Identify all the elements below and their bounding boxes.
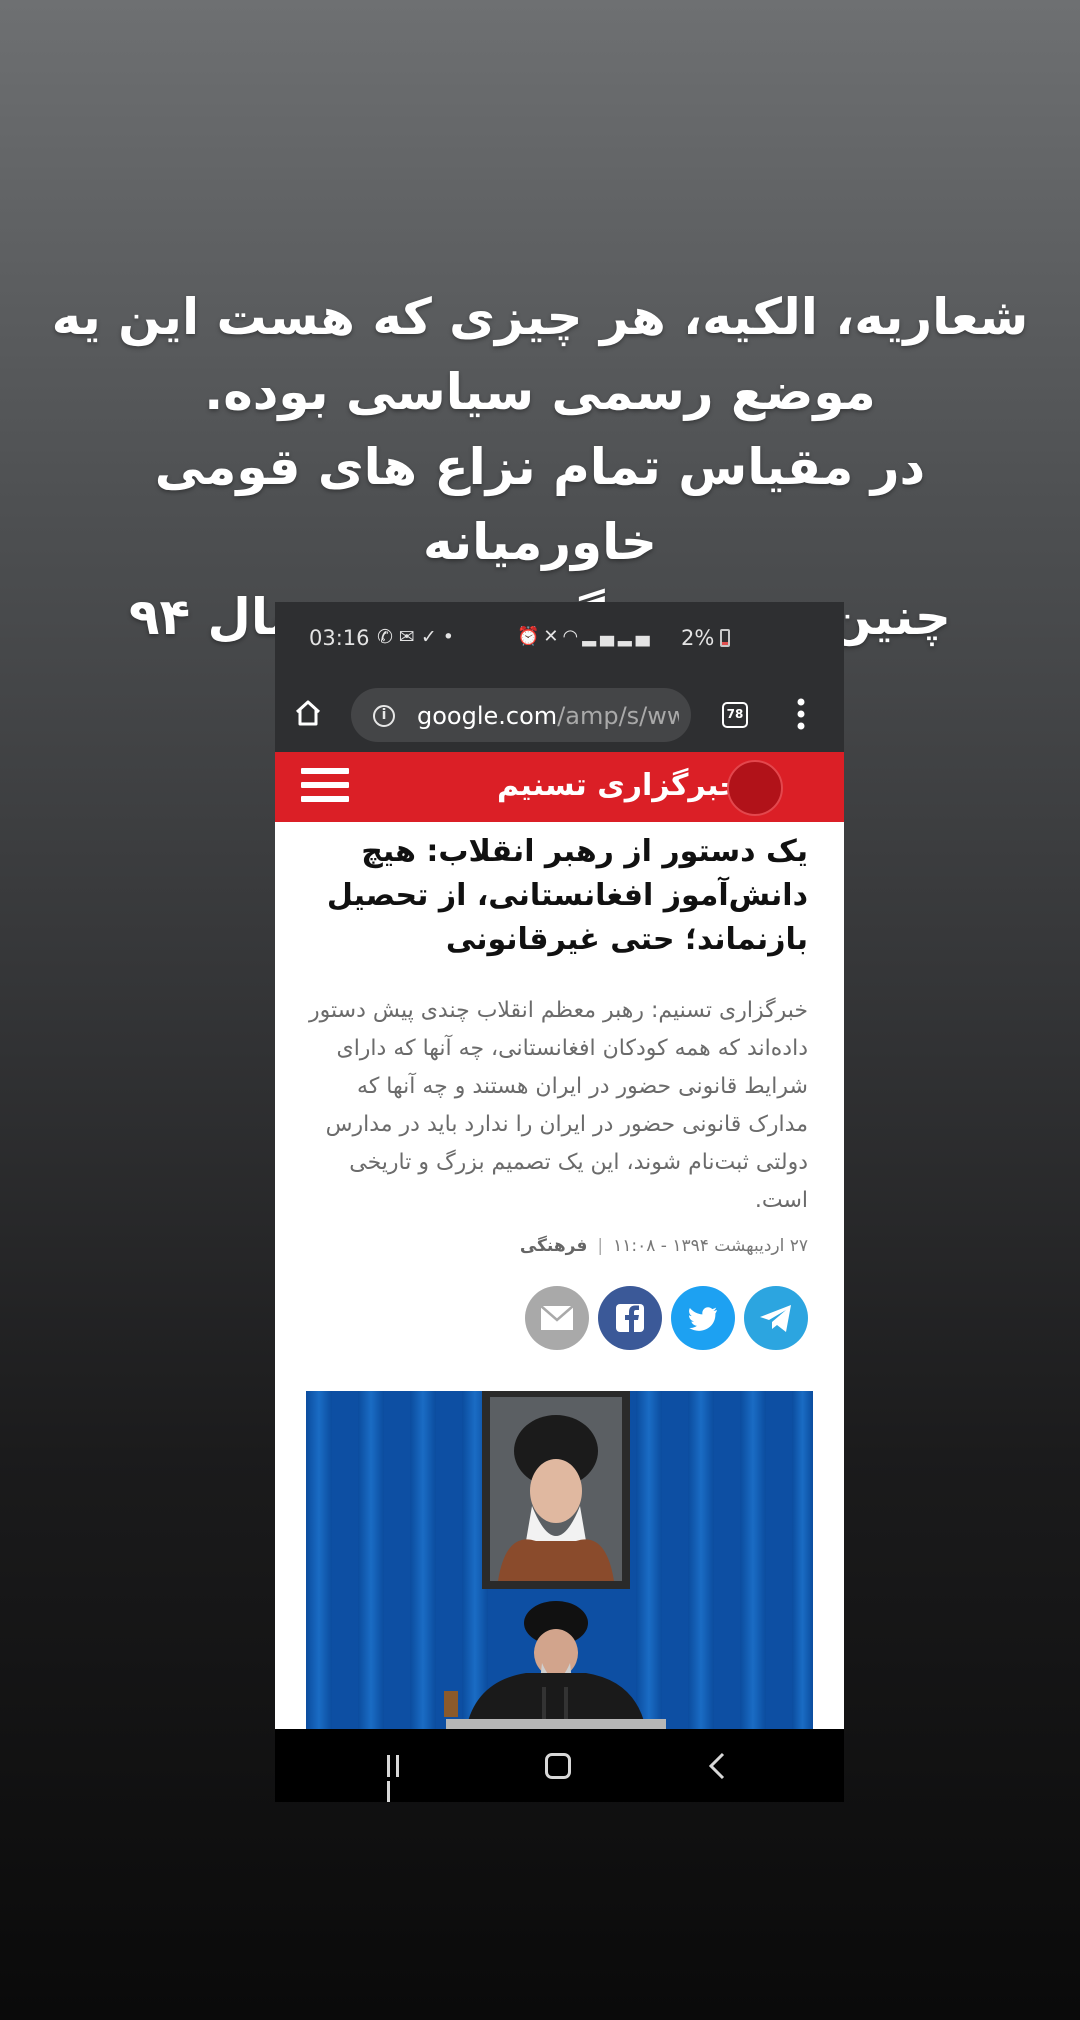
back-button[interactable] — [705, 1751, 729, 1781]
whatsapp-icon: ✆ — [377, 626, 399, 648]
overlay-caption: شعاریه، الکیه، هر چیزی که هست این یه موض… — [51, 288, 1029, 646]
status-bar: 03:16 ✆✉✓• ⏰✕◠▂▄▂▄ 2% — [275, 602, 844, 676]
download-done-icon: ✓ — [420, 626, 443, 648]
home-button[interactable] — [545, 1753, 571, 1779]
facebook-share-icon[interactable] — [598, 1286, 662, 1350]
article-lead: خبرگزاری تسنیم: رهبر معظم انقلاب چندی پی… — [309, 998, 808, 1213]
url-path: /amp/s/ww — [557, 702, 679, 730]
home-icon[interactable] — [293, 698, 323, 728]
article-photo-illustration — [306, 1391, 813, 1729]
meta-divider: | — [597, 1236, 604, 1256]
telegram-share-icon[interactable] — [744, 1286, 808, 1350]
article-category[interactable]: فرهنگی — [520, 1236, 588, 1256]
battery-icon — [720, 629, 730, 647]
mute-icon: ✕ — [543, 626, 563, 647]
share-buttons — [525, 1286, 809, 1350]
wifi-icon: ◠ — [562, 626, 583, 647]
system-navigation-bar — [275, 1729, 844, 1802]
article-headline: یک دستور از رهبر انقلاب: هیچ دانش‌آموز ا… — [326, 834, 808, 957]
tab-switcher-button[interactable]: 78 — [722, 702, 748, 728]
email-share-icon[interactable] — [525, 1286, 589, 1350]
signal-icon: ▂▄ — [617, 626, 654, 647]
phone-screenshot: 03:16 ✆✉✓• ⏰✕◠▂▄▂▄ 2% i google.com/amp/s… — [275, 602, 844, 1802]
article: یک دستور از رهبر انقلاب: هیچ دانش‌آموز ا… — [275, 822, 844, 1729]
url-host: google.com — [417, 702, 558, 730]
twitter-share-icon[interactable] — [671, 1286, 735, 1350]
notification-icons: ✆✉✓• — [377, 626, 460, 648]
battery-level: 2% — [681, 626, 715, 650]
signal-icon: ▂▄ — [582, 626, 618, 647]
site-logo-emblem[interactable] — [727, 760, 783, 816]
status-time: 03:16 — [309, 626, 370, 650]
system-icons: ⏰✕◠▂▄▂▄ — [517, 626, 654, 647]
dot-icon: • — [442, 626, 460, 648]
site-header: خبرگزاری تسنیم — [275, 752, 844, 822]
url-text[interactable]: google.com/amp/s/ww — [417, 702, 679, 730]
article-date: ۲۷ اردیبهشت ۱۳۹۴ - ۱۱:۰۸ — [613, 1236, 808, 1256]
article-meta: ۲۷ اردیبهشت ۱۳۹۴ - ۱۱:۰۸ | فرهنگی — [305, 1236, 808, 1256]
alarm-icon: ⏰ — [517, 626, 544, 647]
article-photo[interactable] — [306, 1391, 813, 1729]
gmail-icon: ✉ — [398, 626, 421, 648]
browser-address-bar: i google.com/amp/s/ww 78 — [275, 676, 844, 752]
site-info-icon[interactable]: i — [373, 705, 395, 727]
hamburger-menu-icon[interactable] — [301, 768, 349, 808]
recents-button[interactable] — [387, 1755, 413, 1802]
site-logo-text[interactable]: خبرگزاری تسنیم — [497, 768, 741, 803]
overflow-menu-icon[interactable] — [797, 698, 805, 730]
